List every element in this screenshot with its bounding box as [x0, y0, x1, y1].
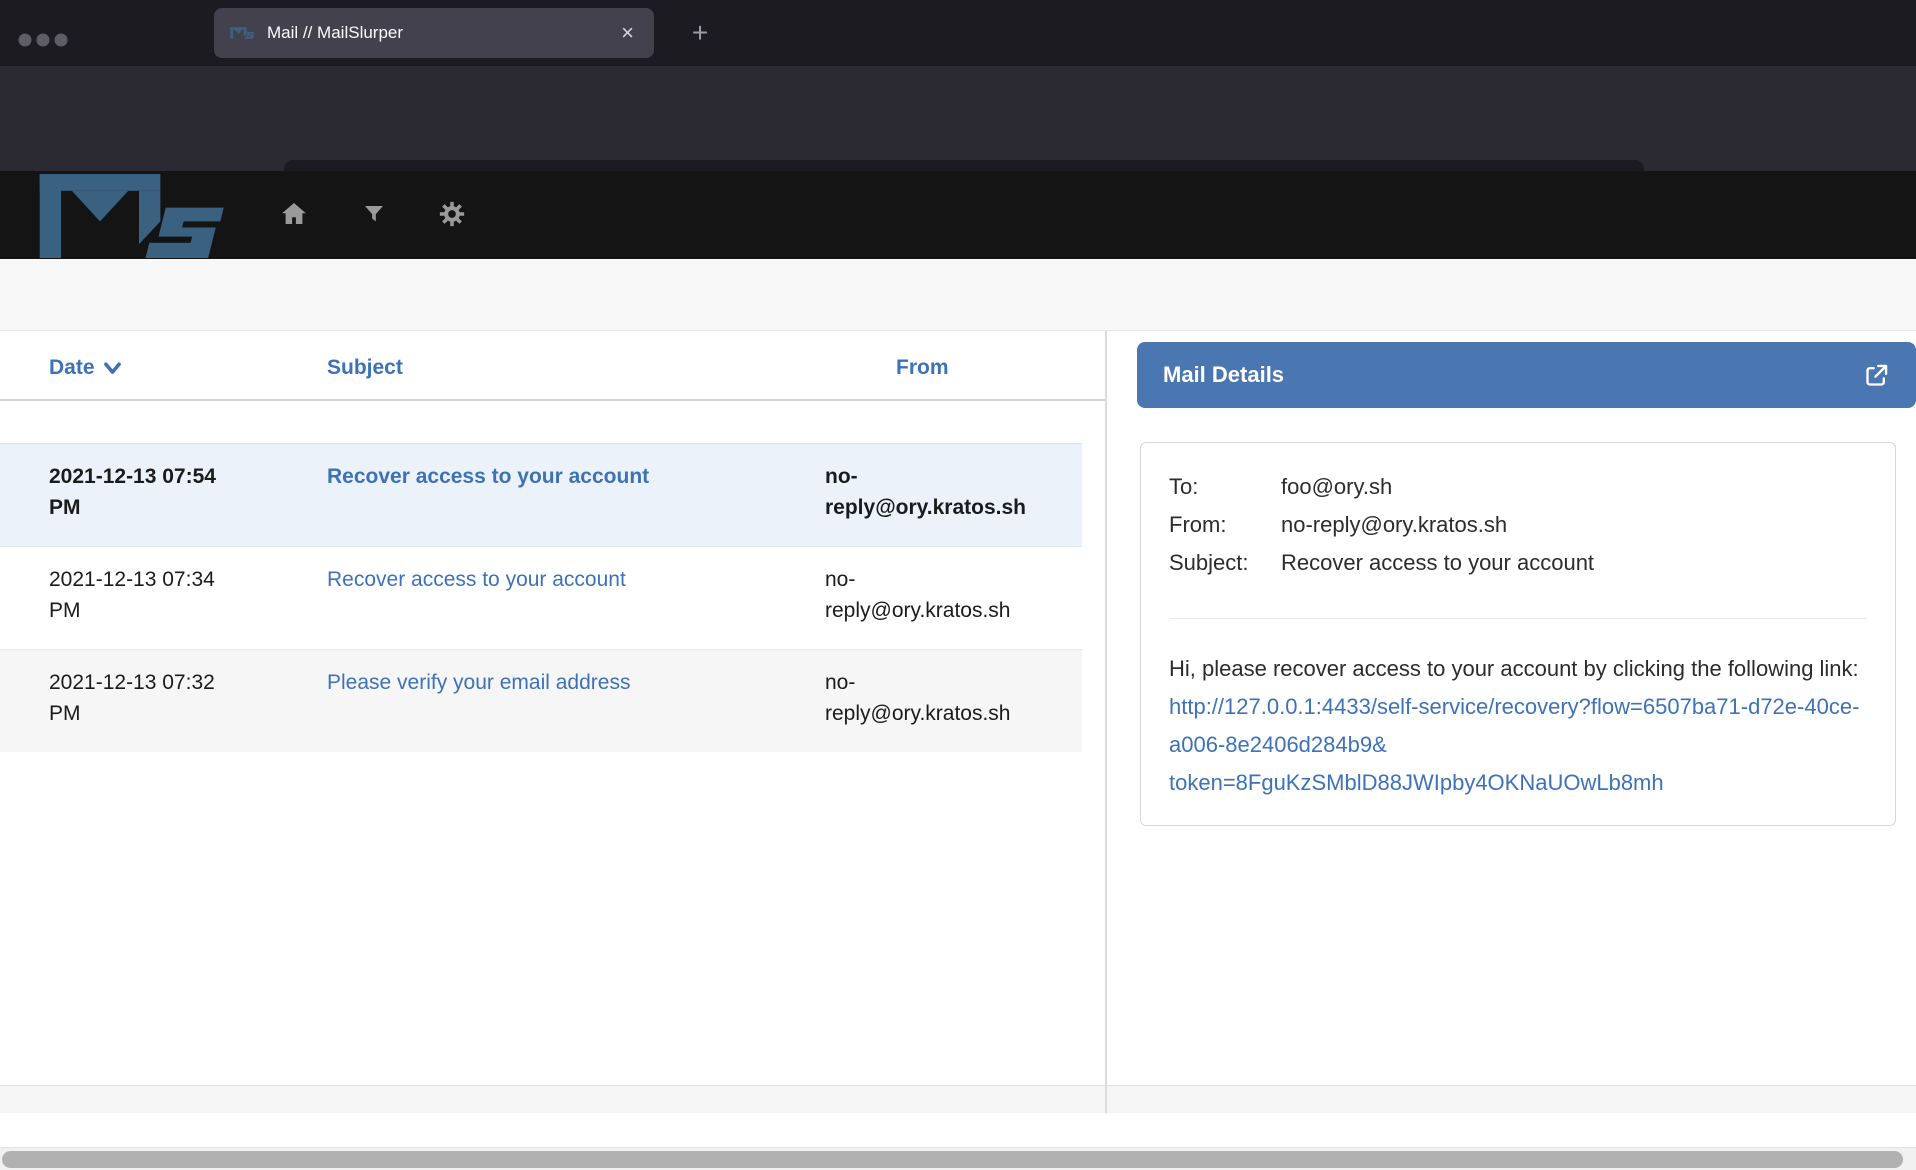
mail-body: Hi, please recover access to your accoun…: [1169, 650, 1871, 802]
to-label: To:: [1169, 468, 1281, 506]
column-header-date[interactable]: Date: [49, 356, 121, 380]
mail-body-text: Hi, please recover access to your accoun…: [1169, 656, 1859, 681]
new-tab-button[interactable]: +: [678, 8, 722, 58]
row-date: 2021-12-13 07:32 PM: [49, 667, 234, 729]
column-header-date-label: Date: [49, 356, 95, 380]
tab-close-icon[interactable]: ×: [617, 22, 638, 44]
from-value: no-reply@ory.kratos.sh: [1281, 506, 1867, 544]
mailslurper-logo-icon: [28, 174, 224, 258]
home-icon[interactable]: [280, 200, 308, 228]
column-header-from-label: From: [896, 356, 949, 380]
mail-details-panel: Mail Details To: foo@ory.sh From: no-rep…: [1107, 331, 1916, 1086]
details-separator: [1169, 618, 1867, 619]
sort-chevron-down-icon: [104, 362, 121, 375]
header-divider: [0, 399, 1105, 401]
detail-subject-line: Subject: Recover access to your account: [1169, 544, 1867, 582]
bottom-strip: [0, 1113, 1916, 1147]
column-header-subject[interactable]: Subject: [327, 356, 403, 380]
mail-details-header: Mail Details: [1137, 342, 1916, 408]
window-controls-icon[interactable]: [18, 33, 78, 47]
mail-details-title: Mail Details: [1163, 362, 1863, 388]
to-value: foo@ory.sh: [1281, 468, 1867, 506]
from-label: From:: [1169, 506, 1281, 544]
column-header-subject-label: Subject: [327, 356, 403, 380]
row-subject-link[interactable]: Please verify your email address: [327, 667, 797, 698]
subject-value: Recover access to your account: [1281, 544, 1867, 582]
ms-favicon-icon: [230, 26, 254, 40]
detail-to-line: To: foo@ory.sh: [1169, 468, 1867, 506]
detail-from-line: From: no-reply@ory.kratos.sh: [1169, 506, 1867, 544]
browser-navbar: 127.0.0.1:4436/# 90%: [0, 66, 1916, 171]
row-date: 2021-12-13 07:34 PM: [49, 564, 234, 626]
scrollbar-thumb[interactable]: [2, 1151, 1903, 1168]
row-subject-link[interactable]: Recover access to your account: [327, 461, 797, 492]
horizontal-scrollbar[interactable]: [0, 1147, 1916, 1170]
table-row[interactable]: 2021-12-13 07:32 PM Please verify your e…: [0, 649, 1082, 752]
table-row[interactable]: 2021-12-13 07:34 PM Recover access to yo…: [0, 546, 1082, 649]
app-toolbar: Refresh Search i: [0, 259, 1916, 331]
subject-label: Subject:: [1169, 544, 1281, 582]
tab-title: Mail // MailSlurper: [267, 23, 617, 43]
gear-icon[interactable]: [438, 200, 466, 228]
row-from: no-reply@ory.kratos.sh: [825, 667, 1039, 729]
column-header-from[interactable]: From: [896, 356, 949, 380]
row-from: no-reply@ory.kratos.sh: [825, 564, 1039, 626]
browser-tab[interactable]: Mail // MailSlurper ×: [214, 8, 654, 58]
recovery-link[interactable]: http://127.0.0.1:4433/self-service/recov…: [1169, 694, 1859, 795]
external-link-icon[interactable]: [1863, 362, 1890, 389]
mail-list-rows: 2021-12-13 07:54 PM Recover access to yo…: [0, 443, 1082, 752]
row-subject-link[interactable]: Recover access to your account: [327, 564, 797, 595]
mailslurper-header: [0, 171, 1916, 259]
app-window: Mail // MailSlurper × +: [0, 0, 1916, 1170]
row-date: 2021-12-13 07:54 PM: [49, 461, 234, 523]
filter-icon[interactable]: [362, 200, 386, 228]
browser-tab-bar: Mail // MailSlurper × +: [0, 0, 1916, 66]
table-row[interactable]: 2021-12-13 07:54 PM Recover access to yo…: [0, 443, 1082, 546]
row-from: no-reply@ory.kratos.sh: [825, 461, 1039, 523]
mail-list-panel: Date Subject From 2021-12-13 07:54 PM Re…: [0, 331, 1105, 1086]
mail-details-card: To: foo@ory.sh From: no-reply@ory.kratos…: [1140, 442, 1896, 826]
